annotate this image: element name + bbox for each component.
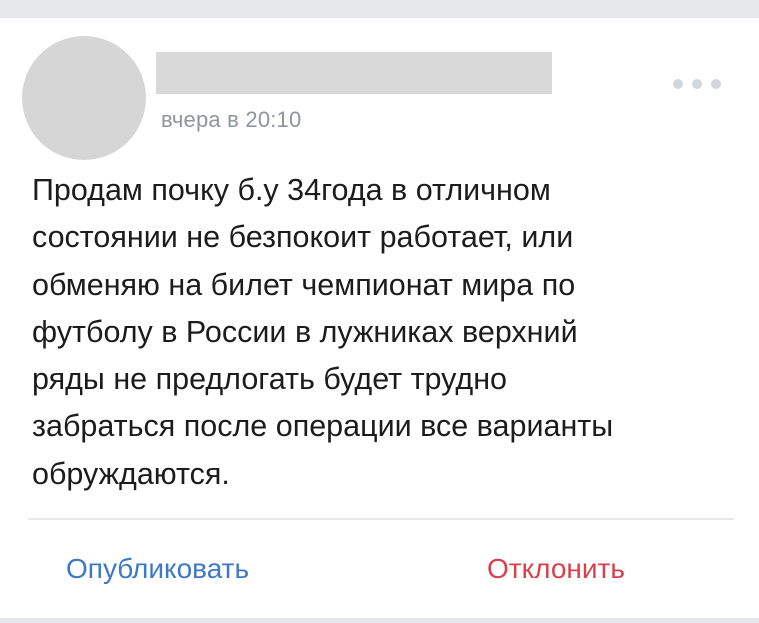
post-text: Продам почку б.у 34года в отличном состо… bbox=[32, 173, 614, 491]
post-timestamp: вчера в 20:10 bbox=[161, 107, 302, 132]
more-horizontal-icon bbox=[673, 79, 683, 89]
more-horizontal-icon-dot bbox=[711, 79, 721, 89]
more-options-button[interactable] bbox=[673, 74, 721, 94]
publish-button[interactable]: Опубликовать bbox=[66, 553, 249, 585]
reject-button[interactable]: Отклонить bbox=[487, 553, 625, 585]
more-horizontal-icon-dot bbox=[692, 79, 702, 89]
avatar[interactable] bbox=[22, 36, 146, 160]
divider bbox=[28, 518, 734, 520]
author-name-redacted[interactable] bbox=[156, 52, 552, 94]
post-card: вчера в 20:10 Продам почку б.у 34года в … bbox=[0, 18, 759, 618]
